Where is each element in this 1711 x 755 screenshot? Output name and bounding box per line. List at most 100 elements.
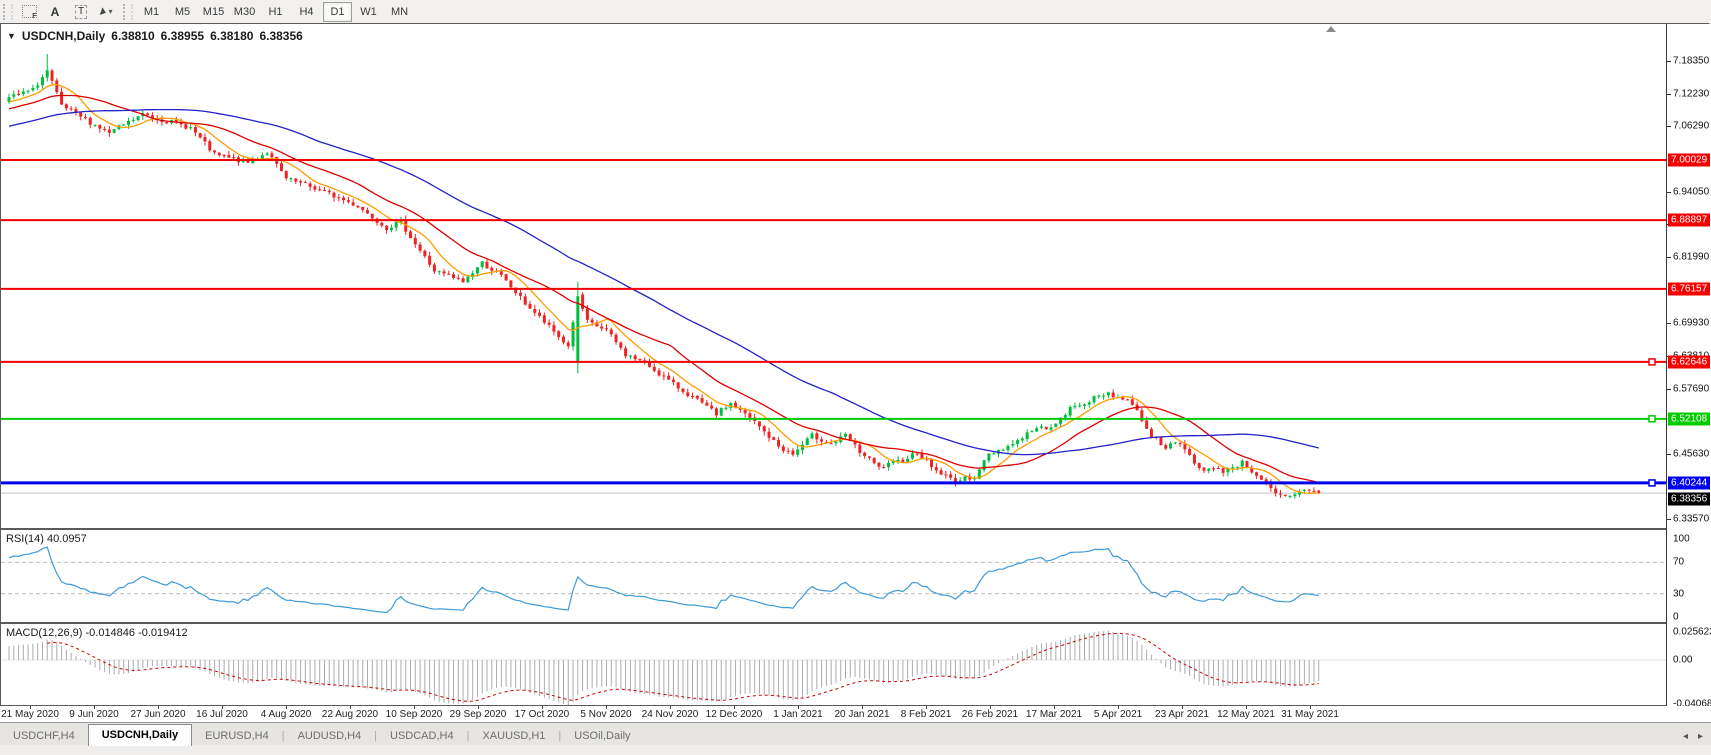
rsi-tick-label: 30	[1673, 588, 1684, 599]
tab-scroll-left-icon[interactable]: ◂	[1683, 731, 1688, 742]
date-tick-label: 17 Oct 2020	[515, 709, 569, 720]
candle-body	[543, 315, 546, 322]
candle-body	[658, 370, 661, 375]
candle-body	[419, 245, 422, 251]
toolbar-drag-handle[interactable]	[123, 4, 133, 20]
candle-body	[1126, 399, 1129, 400]
macd-chart-canvas[interactable]	[1, 624, 1666, 705]
candle-body	[1217, 468, 1220, 469]
candle-body	[791, 450, 794, 454]
candle-body	[208, 141, 211, 150]
tab-scroll-right-icon[interactable]: ▸	[1698, 731, 1703, 742]
candle-body	[1112, 393, 1115, 398]
candle-body	[232, 157, 235, 158]
ohlc-close: 6.38356	[259, 29, 302, 43]
price-level-badge-6.62646: 6.62646	[1668, 355, 1710, 368]
label-tool-icon[interactable]: A	[43, 2, 67, 21]
arrows-tool-icon[interactable]: ▾	[95, 2, 119, 21]
tabs: USDCHF,H4USDCNH,DailyEURUSD,H4|AUDUSD,H4…	[0, 724, 644, 746]
candle-body	[696, 396, 699, 398]
candle-body	[930, 459, 933, 467]
tab-eurusd-h4[interactable]: EURUSD,H4	[192, 727, 282, 746]
date-tick-label: 5 Apr 2021	[1094, 709, 1142, 720]
candle-body	[438, 271, 441, 272]
candle-body	[184, 124, 187, 129]
candle-body	[1097, 396, 1100, 397]
fibonacci-tool-icon[interactable]: F	[17, 2, 41, 21]
date-tick-label: 27 Jun 2020	[130, 709, 185, 720]
timeframe-button-m5[interactable]: M5	[168, 2, 197, 22]
candle-body	[552, 325, 555, 332]
macd-tick-label: 0.00	[1673, 655, 1692, 666]
candle-body	[213, 151, 216, 153]
tab-usdcnh-daily[interactable]: USDCNH,Daily	[88, 724, 192, 746]
candle-body	[1179, 443, 1182, 444]
tab-usoil-daily[interactable]: USOil,Daily	[561, 727, 643, 746]
price-tick-mark	[1667, 454, 1671, 455]
candle-body	[1145, 421, 1148, 429]
date-tick-label: 8 Feb 2021	[901, 709, 952, 720]
text-tool-icon[interactable]: T	[69, 2, 93, 21]
date-tick-label: 17 Mar 2021	[1026, 709, 1082, 720]
candle-body	[122, 125, 125, 126]
date-axis[interactable]: 21 May 20209 Jun 202027 Jun 202016 Jul 2…	[0, 706, 1711, 722]
candle-body	[266, 153, 269, 154]
candle-body	[1193, 455, 1196, 464]
rsi-chart-canvas[interactable]	[1, 530, 1666, 622]
candle-body	[309, 183, 312, 186]
candle-body	[203, 137, 206, 141]
date-tick-label: 23 Apr 2021	[1155, 709, 1209, 720]
candle-body	[629, 356, 632, 357]
ohlc-open: 6.38810	[111, 29, 154, 43]
candle-body	[261, 155, 264, 158]
candle-body	[873, 458, 876, 463]
price-tick-label: 7.06290	[1673, 121, 1709, 132]
price-chart-canvas[interactable]	[1, 24, 1666, 528]
timeframe-button-mn[interactable]: MN	[385, 2, 414, 22]
candle-body	[199, 133, 202, 137]
candle-body	[1030, 431, 1033, 432]
timeframe-button-h1[interactable]: H1	[261, 2, 290, 22]
candle-body	[31, 88, 34, 90]
hline-handle	[1649, 416, 1655, 422]
candle-body	[1284, 495, 1287, 496]
tab-scroll-buttons: ◂ ▸	[1683, 731, 1703, 742]
tab-xauusd-h1[interactable]: XAUUSD,H1	[469, 727, 558, 746]
price-axis[interactable]: 7.183507.122307.062906.940506.881106.819…	[1667, 24, 1710, 707]
timeframe-button-w1[interactable]: W1	[354, 2, 383, 22]
candle-body	[772, 437, 775, 440]
timeframe-button-d1[interactable]: D1	[323, 2, 352, 22]
candle-body	[634, 355, 637, 359]
candle-body	[476, 267, 479, 273]
candle-body	[1231, 467, 1234, 468]
timeframe-button-h4[interactable]: H4	[292, 2, 321, 22]
candle-body	[442, 271, 445, 273]
timeframe-button-m30[interactable]: M30	[230, 2, 259, 22]
candle-body	[127, 121, 130, 125]
candle-body	[1174, 443, 1177, 444]
tab-usdchf-h4[interactable]: USDCHF,H4	[0, 727, 88, 746]
candle-body	[987, 454, 990, 461]
candle-body	[1011, 444, 1014, 446]
candle-body	[165, 122, 168, 123]
chart-menu-icon[interactable]: ▼	[7, 31, 16, 41]
candle-body	[1236, 467, 1239, 468]
timeframe-button-m15[interactable]: M15	[199, 2, 228, 22]
timeframe-button-m1[interactable]: M1	[137, 2, 166, 22]
candle-body	[1040, 426, 1043, 427]
tab-usdcad-h4[interactable]: USDCAD,H4	[377, 727, 467, 746]
chart-shift-marker[interactable]	[1326, 26, 1336, 32]
candle-body	[79, 112, 82, 116]
candle-body	[715, 408, 718, 415]
tab-audusd-h4[interactable]: AUDUSD,H4	[285, 727, 375, 746]
candle-body	[218, 153, 221, 155]
candle-body	[710, 406, 713, 409]
candle-body	[600, 327, 603, 329]
candle-body	[433, 264, 436, 271]
dropdown-caret-icon[interactable]: ▾	[108, 7, 112, 16]
candle-body	[758, 421, 761, 426]
candle-body	[457, 278, 460, 279]
candle-body	[916, 454, 919, 455]
candle-body	[333, 193, 336, 198]
toolbar-drag-handle[interactable]	[3, 4, 13, 20]
